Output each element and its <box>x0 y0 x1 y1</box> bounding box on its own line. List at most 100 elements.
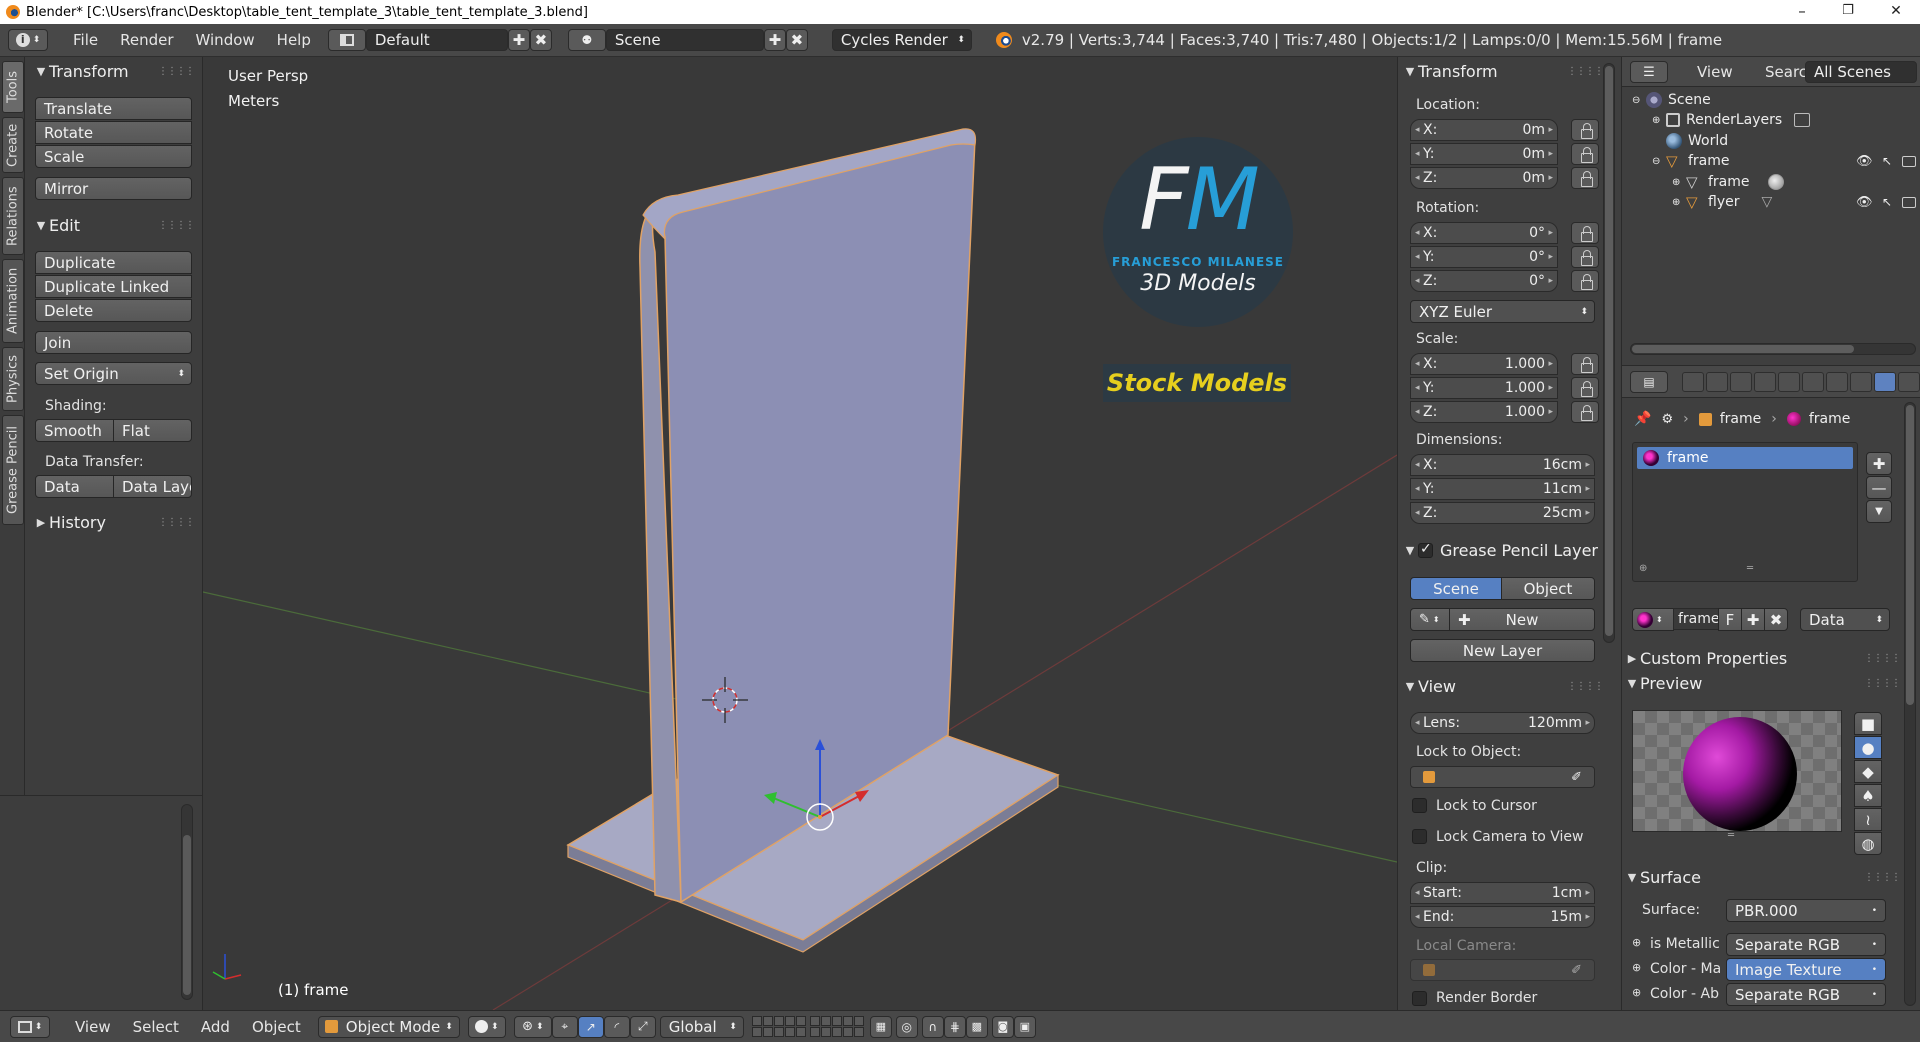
panel-grip-icon[interactable]: ⋮⋮⋮⋮ <box>158 220 195 231</box>
pin-icon[interactable]: 📌 <box>1634 411 1651 427</box>
close-button[interactable]: ✕ <box>1874 0 1918 24</box>
opengl-render-button[interactable]: ◙ <box>991 1015 1014 1038</box>
outliner-row-frame-object[interactable]: ⊖ ▽ frame 👁 ↖ <box>1622 151 1920 171</box>
location-y-field[interactable]: ◂ Y: 0m ▸ <box>1410 143 1558 165</box>
delete-scene-button[interactable]: ✖ <box>785 29 808 51</box>
lens-field[interactable]: ◂ Lens: 120mm ▸ <box>1410 712 1595 734</box>
transform-panel-header[interactable]: ▼ Transform ⋮⋮⋮⋮ <box>25 59 202 83</box>
eyedropper-icon[interactable]: ✐ <box>1571 770 1582 785</box>
editor-type-outliner-button[interactable]: ☰ <box>1630 61 1668 83</box>
proportional-edit-button[interactable]: ◎ <box>895 1015 918 1038</box>
texture-tab-icon[interactable] <box>1898 372 1920 392</box>
panel-grip-icon[interactable]: ⋮⋮⋮⋮ <box>158 517 195 528</box>
data-transfer-button[interactable]: Data <box>35 475 114 498</box>
lock-rotation-y-icon[interactable] <box>1571 246 1599 268</box>
menu-help[interactable]: Help <box>266 31 322 49</box>
expand-icon[interactable]: ⊕ <box>1652 115 1666 126</box>
material-tab-icon[interactable] <box>1874 372 1896 392</box>
panel-grip-icon[interactable]: ⋮⋮⋮⋮ <box>1864 653 1901 664</box>
material-specials-button[interactable]: ▼ <box>1866 500 1892 523</box>
translate-button[interactable]: Translate <box>35 97 192 120</box>
grease-pencil-browse-button[interactable]: ✎ ⬍ <box>1410 608 1450 631</box>
dimensions-z-field[interactable]: ◂ Z: 25cm ▸ <box>1410 502 1595 524</box>
dimensions-y-field[interactable]: ◂ Y: 11cm ▸ <box>1410 478 1595 500</box>
delete-screen-button[interactable]: ✖ <box>529 29 552 51</box>
smooth-shading-button[interactable]: Smooth <box>35 419 114 442</box>
add-screen-button[interactable]: ✚ <box>507 29 530 51</box>
duplicate-linked-button[interactable]: Duplicate Linked <box>35 275 192 298</box>
add-scene-button[interactable]: ✚ <box>763 29 786 51</box>
dimensions-x-field[interactable]: ◂ X: 16cm ▸ <box>1410 454 1595 476</box>
tab-grease-pencil[interactable]: Grease Pencil <box>2 415 24 525</box>
render-border-checkbox[interactable] <box>1412 991 1427 1006</box>
outliner-row-scene[interactable]: ⊖ Scene <box>1622 90 1920 110</box>
n-panel-scrollbar[interactable] <box>1603 63 1615 643</box>
list-resize-grip-icon[interactable]: ═ <box>1747 563 1753 574</box>
grease-pencil-panel-header[interactable]: ▼ Grease Pencil Layer <box>1398 538 1617 562</box>
layer-buttons-group-1[interactable] <box>751 1016 806 1037</box>
scene-tab-icon[interactable] <box>1730 372 1752 392</box>
rotate-manipulator-button[interactable]: ◜ <box>603 1015 630 1038</box>
lock-location-x-icon[interactable] <box>1571 119 1599 141</box>
new-material-button[interactable]: ✚ <box>1741 608 1765 631</box>
world-tab-icon[interactable] <box>1754 372 1776 392</box>
lock-scale-x-icon[interactable] <box>1571 353 1599 375</box>
lock-scale-z-icon[interactable] <box>1571 401 1599 423</box>
preview-sphere-button[interactable]: ● <box>1854 736 1882 759</box>
object-tab-icon[interactable] <box>1778 372 1800 392</box>
rotation-z-field[interactable]: ◂ Z: 0° ▸ <box>1410 270 1558 292</box>
outliner-display-mode-select[interactable]: All Scenes <box>1805 61 1917 83</box>
constraints-tab-icon[interactable] <box>1802 372 1824 392</box>
viewport-shading-select[interactable]: ⬍ <box>467 1015 506 1038</box>
visibility-eye-icon[interactable]: 👁 <box>1856 195 1873 210</box>
preview-hair-button[interactable]: ≀ <box>1854 808 1882 831</box>
snap-target-button[interactable]: ▩ <box>965 1015 988 1038</box>
scale-manipulator-button[interactable]: ⤢ <box>629 1015 656 1038</box>
menu-object[interactable]: Object <box>241 1018 312 1036</box>
3d-viewport[interactable]: User Persp Meters FM FRANCESCO MILANESE … <box>203 57 1397 1010</box>
grease-scene-button[interactable]: Scene <box>1410 577 1502 600</box>
preview-world-button[interactable]: ◍ <box>1854 832 1882 855</box>
transform-orientation-select[interactable]: Global ⬍ <box>659 1015 744 1038</box>
minimize-button[interactable]: – <box>1780 0 1824 24</box>
input-link-select[interactable]: Image Texture • <box>1726 958 1886 981</box>
tab-tools[interactable]: Tools <box>2 61 24 113</box>
outliner-row-world[interactable]: World <box>1622 131 1920 151</box>
menu-window[interactable]: Window <box>185 31 266 49</box>
menu-select[interactable]: Select <box>122 1018 190 1036</box>
expand-icon[interactable]: ⊕ <box>1672 177 1686 188</box>
preview-panel-header[interactable]: ▼ Preview ⋮⋮⋮⋮ <box>1622 671 1914 695</box>
lock-rotation-x-icon[interactable] <box>1571 222 1599 244</box>
clip-end-field[interactable]: ◂ End: 15m ▸ <box>1410 906 1595 928</box>
rotation-y-field[interactable]: ◂ Y: 0° ▸ <box>1410 246 1558 268</box>
grease-new-button[interactable]: ✚ New <box>1449 608 1595 631</box>
screen-layout-field[interactable]: Default <box>365 29 508 51</box>
pivot-point-select[interactable]: ⊛ ⬍ <box>513 1015 552 1038</box>
lock-rotation-z-icon[interactable] <box>1571 270 1599 292</box>
snap-element-select[interactable]: ⋕ <box>943 1015 966 1038</box>
translate-manipulator-button[interactable]: ↗ <box>577 1015 604 1038</box>
selectable-cursor-icon[interactable]: ↖ <box>1882 195 1892 209</box>
grease-object-button[interactable]: Object <box>1501 577 1595 600</box>
menu-file[interactable]: File <box>62 31 109 49</box>
snap-toggle-button[interactable]: ∩ <box>921 1015 944 1038</box>
render-engine-select[interactable]: Cycles Render ⬍ <box>831 29 972 51</box>
location-x-field[interactable]: ◂ X: 0m ▸ <box>1410 119 1558 141</box>
input-link-select[interactable]: Separate RGB • <box>1726 983 1886 1006</box>
custom-properties-panel-header[interactable]: ▶ Custom Properties ⋮⋮⋮⋮ <box>1622 646 1914 670</box>
operator-scrollbar[interactable] <box>181 804 193 1000</box>
scale-y-field[interactable]: ◂ Y: 1.000 ▸ <box>1410 377 1558 399</box>
screen-layout-browse-button[interactable] <box>327 29 366 51</box>
editor-type-info-button[interactable]: i ⬍ <box>8 29 48 51</box>
panel-grip-icon[interactable]: ⋮⋮⋮⋮ <box>1567 681 1604 692</box>
layer-buttons-group-2[interactable] <box>809 1016 864 1037</box>
surface-shader-select[interactable]: PBR.000 • <box>1726 899 1886 922</box>
maximize-button[interactable]: ❐ <box>1826 0 1870 24</box>
render-tab-icon[interactable] <box>1682 372 1704 392</box>
edit-panel-header[interactable]: ▼ Edit ⋮⋮⋮⋮ <box>25 213 202 237</box>
list-add-icon[interactable]: ⊕ <box>1639 563 1647 574</box>
input-link-select[interactable]: Separate RGB • <box>1726 933 1886 956</box>
lock-to-cursor-checkbox[interactable] <box>1412 798 1427 813</box>
editor-type-properties-button[interactable]: ▤ <box>1630 371 1668 393</box>
set-origin-select[interactable]: Set Origin ⬍ <box>35 362 192 385</box>
